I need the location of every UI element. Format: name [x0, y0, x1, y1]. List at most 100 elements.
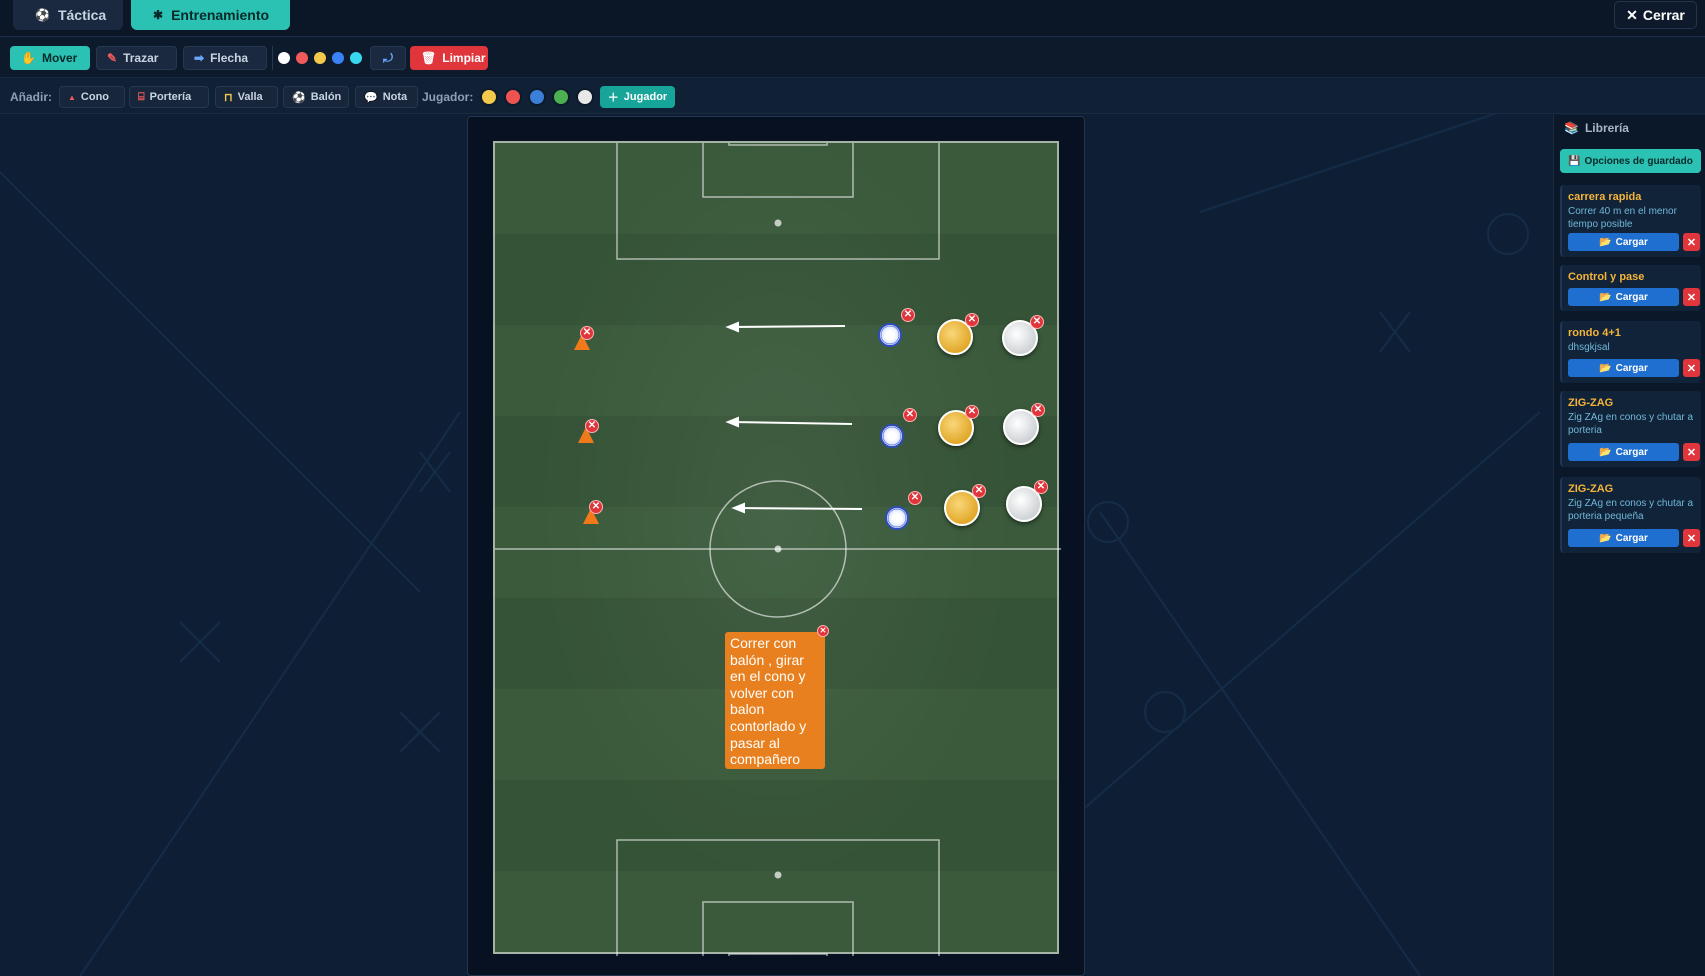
library-item-name: rondo 4+1: [1568, 327, 1621, 339]
library-title-label: Librería: [1584, 121, 1629, 135]
delete-object-button[interactable]: ✕: [1031, 403, 1045, 417]
load-button[interactable]: 📂 Cargar: [1568, 359, 1679, 377]
add-cone-label: Cono: [80, 91, 110, 103]
ball-object[interactable]: [878, 323, 902, 347]
library-item: ZIG-ZAG Zig ZAg en conos y chutar a port…: [1560, 477, 1701, 553]
arrow-button[interactable]: ➡ Flecha: [183, 46, 267, 70]
folder-icon: 📂: [1599, 446, 1612, 458]
add-goal-button[interactable]: ⌸ Portería: [129, 86, 209, 108]
library-item-desc: Correr 40 m en el menor tiempo posible: [1568, 206, 1677, 230]
delete-object-button[interactable]: ✕: [965, 313, 979, 327]
add-label: Añadir:: [10, 90, 52, 104]
folder-icon: 📂: [1599, 532, 1612, 544]
add-player-button[interactable]: ＋ Jugador: [600, 86, 675, 108]
move-button[interactable]: ✋ Mover: [10, 46, 90, 70]
color-cyan[interactable]: [350, 52, 362, 64]
delete-object-button[interactable]: ✕: [1034, 480, 1048, 494]
add-toolbar: Añadir: ▲ Cono ⌸ Portería ⊓ Valla ⚽ Baló…: [0, 79, 1705, 114]
delete-object-button[interactable]: ✕: [965, 405, 979, 419]
load-label: Cargar: [1615, 236, 1648, 248]
library-item: rondo 4+1 dhsgkjsal 📂 Cargar ✕: [1560, 321, 1701, 383]
training-icon: ✱: [153, 8, 164, 22]
trash-icon: 🗑: [421, 51, 437, 65]
library-item-desc: Zig ZAg en conos y chutar a porteria peq…: [1568, 498, 1694, 522]
add-cone-button[interactable]: ▲ Cono: [59, 86, 125, 108]
delete-object-button[interactable]: ✕: [1030, 315, 1044, 329]
load-button[interactable]: 📂 Cargar: [1568, 288, 1679, 306]
delete-object-button[interactable]: ✕: [901, 308, 915, 322]
library-item-name: ZIG-ZAG: [1568, 483, 1614, 495]
ball-icon: ⚽: [292, 91, 306, 104]
add-note-button[interactable]: 💬 Nota: [355, 86, 418, 108]
delete-library-item-button[interactable]: ✕: [1683, 233, 1700, 251]
color-blue[interactable]: [332, 52, 344, 64]
pencil-icon: ✎: [107, 51, 118, 65]
load-button[interactable]: 📂 Cargar: [1568, 443, 1679, 461]
tab-label: Entrenamiento: [171, 7, 270, 23]
draw-label: Trazar: [123, 51, 159, 65]
draw-button[interactable]: ✎ Trazar: [96, 46, 177, 70]
pitch[interactable]: [493, 141, 1061, 956]
close-button[interactable]: ✕ Cerrar: [1614, 1, 1697, 29]
load-button[interactable]: 📂 Cargar: [1568, 529, 1679, 547]
note-card[interactable]: Correr con balón , girar en el cono y vo…: [725, 632, 825, 769]
load-label: Cargar: [1615, 532, 1648, 544]
arrow-label: Flecha: [210, 51, 249, 65]
clear-label: Limpiar: [442, 51, 486, 65]
player-color-green[interactable]: [552, 88, 570, 106]
note-text: Correr con balón , girar en el cono y vo…: [730, 635, 807, 768]
add-goal-label: Portería: [149, 91, 192, 103]
library-item: ZIG-ZAG Zig ZAg en conos y chutar a port…: [1560, 391, 1701, 467]
library-sidebar: 📚 Librería 💾 Opciones de guardado carrer…: [1553, 115, 1705, 976]
ball-object[interactable]: [880, 424, 904, 448]
folder-icon: 📂: [1599, 236, 1612, 248]
save-options-label: Opciones de guardado: [1584, 155, 1693, 167]
pitch-lines: [495, 143, 1061, 956]
delete-library-item-button[interactable]: ✕: [1683, 529, 1700, 547]
clear-button[interactable]: 🗑 Limpiar: [410, 46, 488, 70]
color-red[interactable]: [296, 52, 308, 64]
library-item-name: Control y pase: [1568, 271, 1645, 283]
add-hurdle-button[interactable]: ⊓ Valla: [215, 86, 278, 108]
delete-object-button[interactable]: ✕: [908, 491, 922, 505]
save-options-button[interactable]: 💾 Opciones de guardado: [1560, 149, 1701, 173]
drawing-toolbar: ✋ Mover ✎ Trazar ➡ Flecha ⤾ 🗑 Limpiar: [0, 38, 1705, 78]
add-hurdle-label: Valla: [237, 91, 263, 103]
move-label: Mover: [41, 51, 78, 65]
delete-object-button[interactable]: ✕: [580, 326, 594, 340]
player-color-yellow[interactable]: [480, 88, 498, 106]
delete-object-button[interactable]: ✕: [589, 500, 603, 514]
delete-note-button[interactable]: ✕: [817, 625, 829, 637]
delete-library-item-button[interactable]: ✕: [1683, 359, 1700, 377]
divider: [272, 46, 273, 70]
delete-library-item-button[interactable]: ✕: [1683, 443, 1700, 461]
player-color-blue[interactable]: [528, 88, 546, 106]
speech-bubble-icon: 💬: [364, 91, 378, 104]
player-color-white[interactable]: [576, 88, 594, 106]
color-yellow[interactable]: [314, 52, 326, 64]
hand-icon: ✋: [21, 51, 36, 65]
tab-tactica[interactable]: ⚽ Táctica: [13, 0, 123, 30]
delete-library-item-button[interactable]: ✕: [1683, 288, 1700, 306]
delete-object-button[interactable]: ✕: [903, 408, 917, 422]
load-button[interactable]: 📂 Cargar: [1568, 233, 1679, 251]
books-icon: 📚: [1564, 121, 1579, 135]
goal-icon: ⌸: [138, 90, 145, 103]
player-label: Jugador:: [422, 90, 474, 104]
library-item-name: ZIG-ZAG: [1568, 397, 1614, 409]
delete-object-button[interactable]: ✕: [972, 484, 986, 498]
add-ball-button[interactable]: ⚽ Balón: [283, 86, 349, 108]
add-note-label: Nota: [382, 91, 408, 103]
folder-icon: 📂: [1599, 362, 1612, 374]
player-color-red[interactable]: [504, 88, 522, 106]
tab-entrenamiento[interactable]: ✱ Entrenamiento: [131, 0, 290, 30]
cone-icon: ▲: [68, 92, 76, 102]
add-player-label: Jugador: [623, 91, 668, 103]
load-label: Cargar: [1615, 362, 1648, 374]
undo-button[interactable]: ⤾: [370, 46, 406, 70]
delete-object-button[interactable]: ✕: [585, 419, 599, 433]
color-white[interactable]: [278, 52, 290, 64]
plus-icon: ＋: [607, 92, 619, 104]
ball-object[interactable]: [885, 506, 909, 530]
library-title: 📚 Librería: [1564, 121, 1629, 135]
